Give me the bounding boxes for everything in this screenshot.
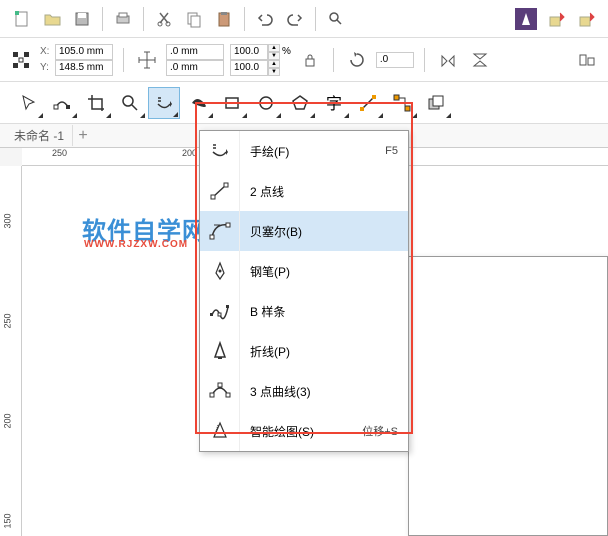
artistic-media-tool[interactable] [182,87,214,119]
flyout-item-smart-draw[interactable]: 智能绘图(S) 位移+S [200,411,408,451]
svg-text:字: 字 [326,95,342,113]
tab-add-button[interactable]: + [73,127,93,145]
lock-ratio-icon[interactable] [297,47,323,73]
mirror-v-icon[interactable] [467,47,493,73]
search-icon[interactable] [322,5,350,33]
shape-tool[interactable] [46,87,78,119]
smart-draw-icon [200,411,240,451]
page-rect [408,256,608,536]
freehand-tool[interactable] [148,87,180,119]
undo-icon[interactable] [251,5,279,33]
spin-up[interactable]: ▲ [268,60,280,68]
flyout-item-pen[interactable]: 钢笔(P) [200,251,408,291]
cut-icon[interactable] [150,5,178,33]
height-input[interactable] [166,60,224,76]
x-input[interactable] [55,44,113,60]
zoom-tool[interactable] [114,87,146,119]
flyout-item-two-point[interactable]: 2 点线 [200,171,408,211]
dimension-tool[interactable] [352,87,384,119]
import-icon[interactable] [542,5,570,33]
flyout-label: 2 点线 [240,183,408,200]
rotation-input[interactable] [376,52,414,68]
save-icon[interactable] [68,5,96,33]
flyout-item-freehand[interactable]: 手绘(F) F5 [200,131,408,171]
bezier-icon [200,211,240,251]
rotation-icon [344,47,370,73]
ellipse-tool[interactable] [250,87,282,119]
redo-icon[interactable] [281,5,309,33]
flyout-label: 智能绘图(S) [240,423,362,440]
spin-down[interactable]: ▼ [268,68,280,76]
two-point-line-icon [200,171,240,211]
y-label: Y: [40,62,52,73]
flyout-shortcut: 位移+S [362,423,408,439]
pen-icon [200,251,240,291]
x-label: X: [40,46,52,57]
effects-tool[interactable] [420,87,452,119]
y-input[interactable] [55,60,113,76]
export-icon[interactable] [572,5,600,33]
tab-untitled[interactable]: 未命名 -1 [6,125,73,146]
mirror-h-icon[interactable] [435,47,461,73]
curve-tools-flyout: 手绘(F) F5 2 点线 贝塞尔(B) 钢笔(P) B 样条 折线(P) 3 … [199,130,409,452]
flyout-item-bezier[interactable]: 贝塞尔(B) [200,211,408,251]
polyline-icon [200,331,240,371]
pick-tool[interactable] [12,87,44,119]
connector-tool[interactable] [386,87,418,119]
bspline-icon [200,291,240,331]
three-point-curve-icon [200,371,240,411]
flyout-label: 3 点曲线(3) [240,383,408,400]
copy-icon[interactable] [180,5,208,33]
flyout-label: 折线(P) [240,343,408,360]
flyout-label: B 样条 [240,303,408,320]
scalex-input[interactable] [230,44,268,60]
rectangle-tool[interactable] [216,87,248,119]
object-size-icon [134,47,160,73]
flyout-item-polyline[interactable]: 折线(P) [200,331,408,371]
print-icon[interactable] [109,5,137,33]
flyout-label: 钢笔(P) [240,263,408,280]
toolbox-row: 字 [0,82,608,124]
property-bar: X: Y: ▲▼% ▲▼ [0,38,608,82]
main-toolbar [0,0,608,38]
flyout-item-bspline[interactable]: B 样条 [200,291,408,331]
ruler-vertical: 300 250 200 150 [0,166,22,536]
app-launch-icon[interactable] [512,5,540,33]
scaley-input[interactable] [230,60,268,76]
crop-tool[interactable] [80,87,112,119]
spin-down[interactable]: ▼ [268,52,280,60]
flyout-shortcut: F5 [385,145,408,157]
object-position-icon [8,47,34,73]
open-folder-icon[interactable] [38,5,66,33]
new-doc-icon[interactable] [8,5,36,33]
spin-up[interactable]: ▲ [268,44,280,52]
freehand-icon [200,131,240,171]
flyout-label: 贝塞尔(B) [240,223,408,240]
align-icon[interactable] [574,47,600,73]
flyout-label: 手绘(F) [240,143,385,160]
flyout-item-three-point-curve[interactable]: 3 点曲线(3) [200,371,408,411]
width-input[interactable] [166,44,224,60]
paste-icon[interactable] [210,5,238,33]
text-tool[interactable]: 字 [318,87,350,119]
watermark-url: WWW.RJZXW.COM [84,239,188,250]
polygon-tool[interactable] [284,87,316,119]
